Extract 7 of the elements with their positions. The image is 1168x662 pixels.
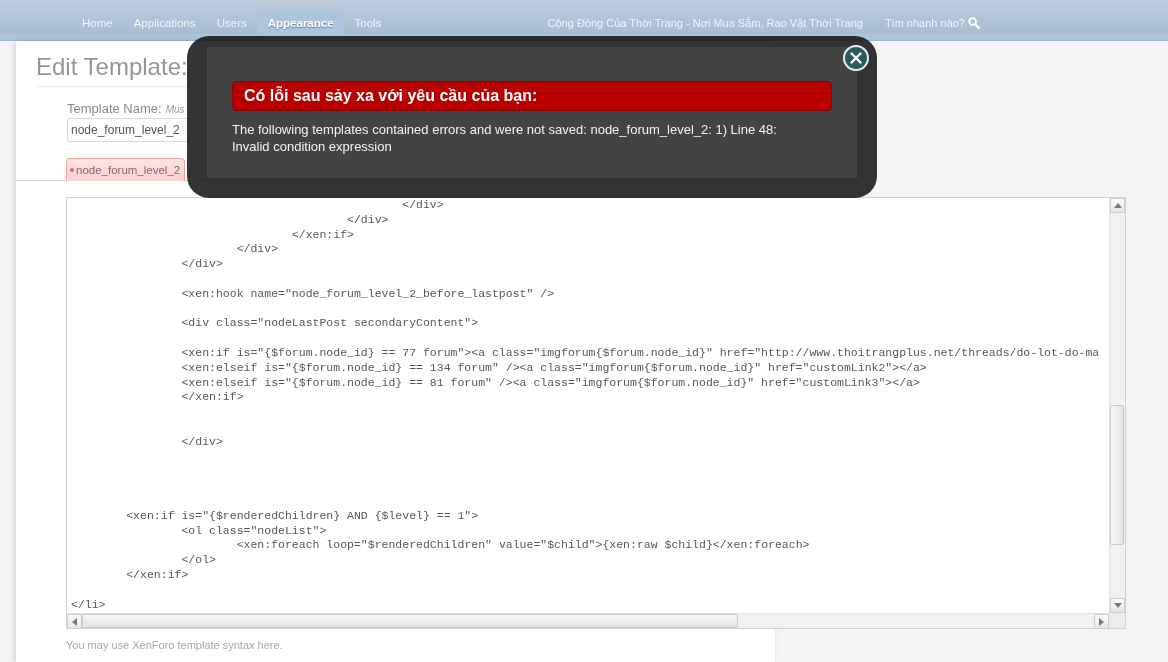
error-message: The following templates contained errors and were not saved: node_forum_level_2: 1) Line 48: Invalid condition expression (232, 121, 778, 155)
page-title: Edit Template: (36, 52, 188, 82)
template-code: </div> </div> </xen:if> </div> </div> <xen:hook name="node_forum_level_2_before_lastpost" /> <div class="nodeLastPost secondaryContent"> <xen:if is="{$forum.node_id} == 77 forum"><a class="imgforum{$forum.node_id}" href="http://www.thoitrangplus.net/threads/do-lot-do-ma <xen:elseif is="{$forum.node_id} == 134 forum" /><a class="imgforum{$forum.node_id}" href="customLink2"></a> <xen:elseif is="{$forum.node_id} == 81 forum" /><a class="imgforum{$forum.node_id}" href="customLink3"></a> </xen:if> </div> <xen:if is="{$renderedChildren} AND {$level} == 1"> <ol class="nodeList"> <xen:foreach loop="$renderedChildren" value="$child">{xen:raw $child}</xen:foreach> </ol> </xen:if> </li> (71, 198, 1101, 613)
field-hint: Mus (165, 104, 185, 115)
field-label: Template Name: (67, 101, 162, 116)
help-text: You may use XenForo template syntax here. (66, 639, 284, 651)
error-heading: Có lỗi sau sảy xa với yêu cầu của bạn: (232, 81, 832, 111)
